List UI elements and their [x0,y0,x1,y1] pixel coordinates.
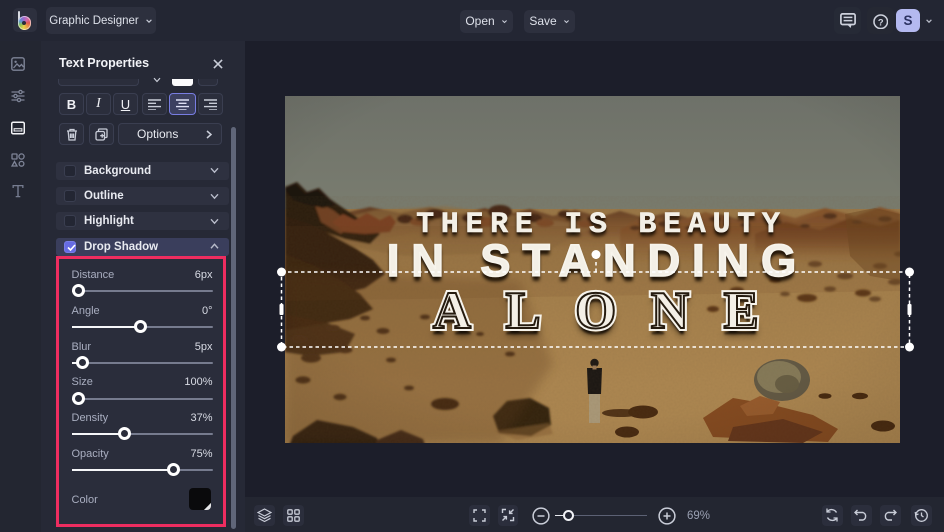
svg-text:?: ? [877,17,883,27]
